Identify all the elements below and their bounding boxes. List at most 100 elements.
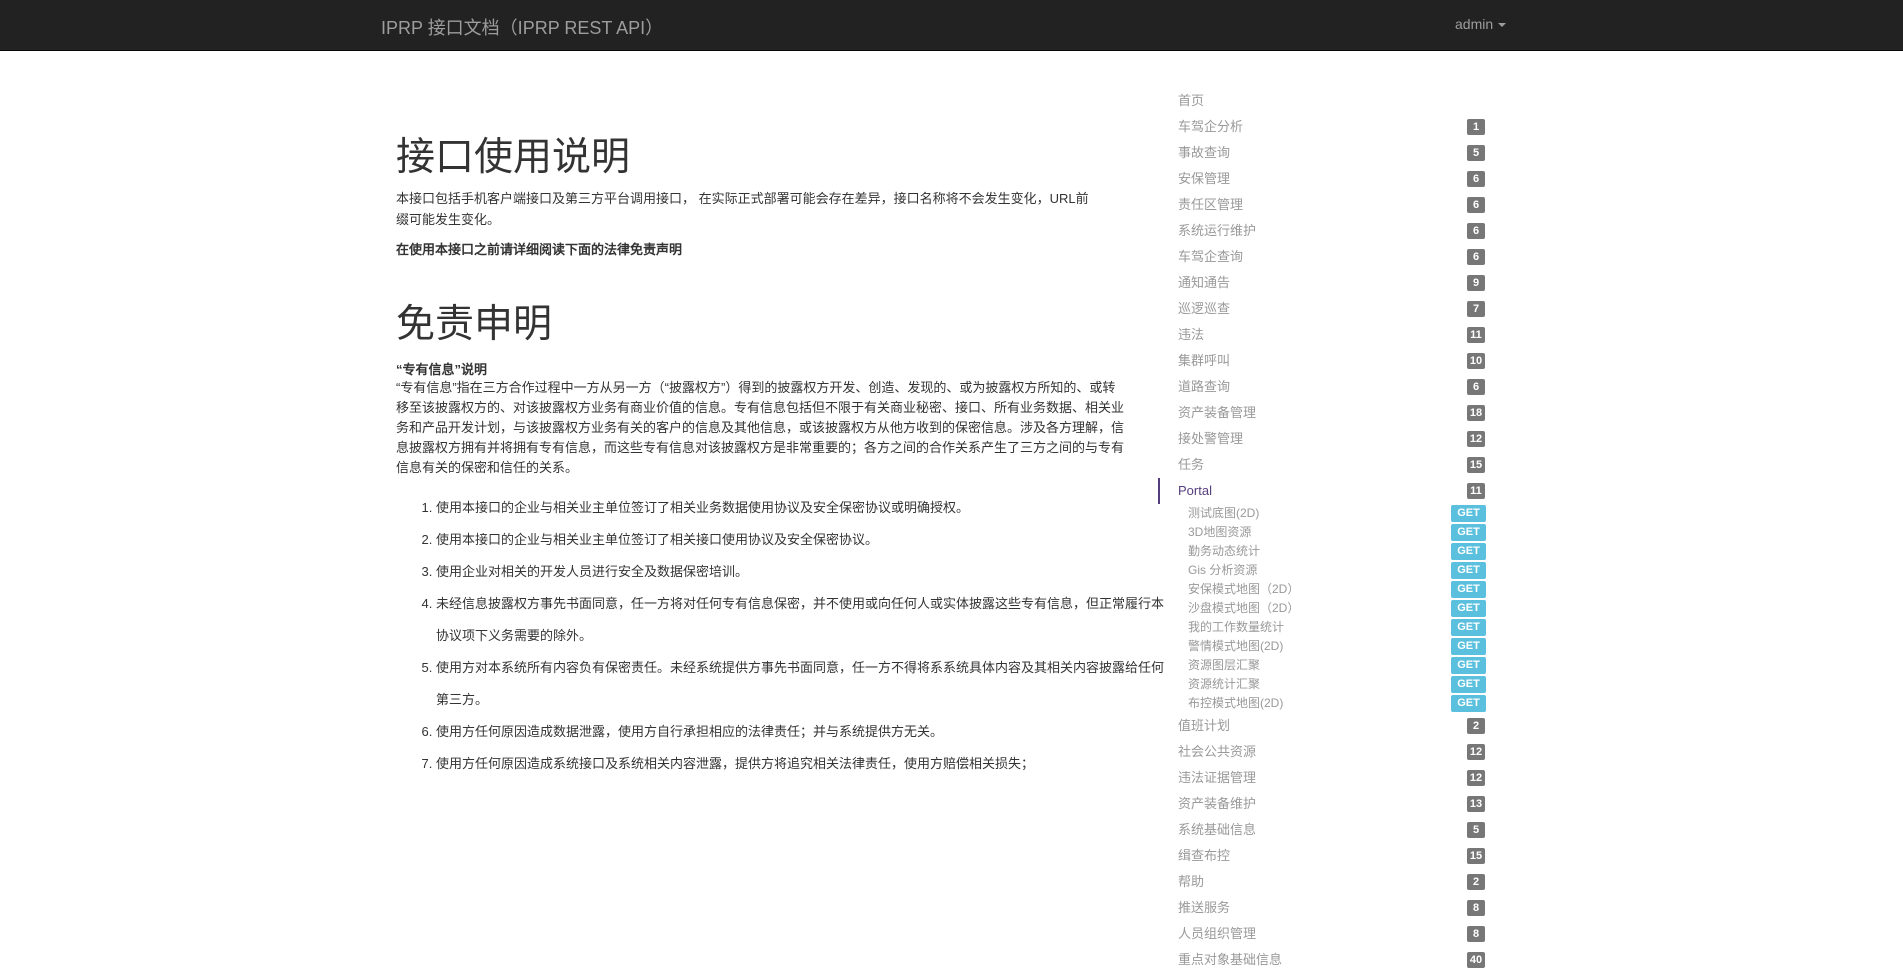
sidebar-item[interactable]: 人员组织管理 8	[1158, 921, 1488, 947]
user-name: admin	[1455, 16, 1494, 32]
sidebar-item-label: 道路查询	[1178, 379, 1231, 394]
api-endpoint-link[interactable]: 警情模式地图(2D) GET	[1158, 637, 1488, 656]
user-menu[interactable]: admin	[1455, 16, 1507, 32]
http-method-badge: GET	[1451, 581, 1486, 598]
http-method-badge: GET	[1451, 657, 1486, 674]
sidebar-item[interactable]: 责任区管理 6	[1158, 192, 1488, 218]
endpoint-label: 3D地图资源	[1188, 525, 1252, 539]
sidebar-item-label: 人员组织管理	[1178, 926, 1257, 941]
endpoint-label: 我的工作数量统计	[1188, 620, 1285, 634]
sidebar-item-label: 车驾企分析	[1178, 119, 1244, 134]
warning-text: 在使用本接口之前请详细阅读下面的法律免责声明	[396, 242, 683, 257]
sidebar-item[interactable]: 任务 15	[1158, 452, 1488, 478]
sidebar-item-label: 推送服务	[1178, 900, 1231, 915]
sidebar-item-label: 接处警管理	[1178, 431, 1244, 446]
count-badge: 18	[1467, 405, 1485, 421]
count-badge: 6	[1467, 223, 1485, 239]
api-endpoint-link[interactable]: 资源统计汇聚 GET	[1158, 675, 1488, 694]
count-badge: 8	[1467, 900, 1485, 916]
caret-down-icon	[1498, 23, 1507, 28]
count-badge: 12	[1467, 744, 1485, 760]
sidebar-item[interactable]: 接处警管理 12	[1158, 426, 1488, 452]
http-method-badge: GET	[1451, 638, 1486, 655]
sidebar-item-label: 资产装备管理	[1178, 405, 1257, 420]
http-method-badge: GET	[1451, 676, 1486, 693]
http-method-badge: GET	[1451, 600, 1486, 617]
sidebar-item-label: 缉查布控	[1178, 848, 1231, 863]
http-method-badge: GET	[1451, 695, 1486, 712]
count-badge: 5	[1467, 822, 1485, 838]
sidebar-item[interactable]: 值班计划 2	[1158, 713, 1488, 739]
sidebar-item[interactable]: 帮助 2	[1158, 869, 1488, 895]
api-endpoint-link[interactable]: Gis 分析资源 GET	[1158, 561, 1488, 580]
sidebar-item[interactable]: 系统运行维护 6	[1158, 218, 1488, 244]
count-badge: 40	[1467, 952, 1485, 968]
api-endpoint-link[interactable]: 安保模式地图（2D） GET	[1158, 580, 1488, 599]
sidebar-item-label: 车驾企查询	[1178, 249, 1244, 264]
count-badge: 8	[1467, 926, 1485, 942]
api-endpoint-link[interactable]: 沙盘模式地图（2D） GET	[1158, 599, 1488, 618]
sidebar-item[interactable]: 车驾企查询 6	[1158, 244, 1488, 270]
count-badge: 2	[1467, 874, 1485, 890]
sidebar-item[interactable]: 违法 11	[1158, 322, 1488, 348]
count-badge: 9	[1467, 275, 1485, 291]
count-badge: 2	[1467, 718, 1485, 734]
count-badge: 12	[1467, 770, 1485, 786]
top-navbar: IPRP 接口文档（IPRP REST API） admin	[0, 0, 1903, 51]
count-badge: 1	[1467, 119, 1485, 135]
sidebar-item[interactable]: 资产装备管理 18	[1158, 400, 1488, 426]
brand-title[interactable]: IPRP 接口文档（IPRP REST API）	[381, 14, 663, 40]
endpoint-label: 测试底图(2D)	[1188, 506, 1260, 520]
sidebar-item[interactable]: 安保管理 6	[1158, 166, 1488, 192]
term-item: 使用企业对相关的开发人员进行安全及数据保密培训。	[436, 556, 1166, 588]
sidebar-item-label: 责任区管理	[1178, 197, 1244, 212]
sidebar-item[interactable]: 集群呼叫 10	[1158, 348, 1488, 374]
sidebar-item-label: 事故查询	[1178, 145, 1231, 160]
endpoint-label: 警情模式地图(2D)	[1188, 639, 1284, 653]
sidebar-item[interactable]: 缉查布控 15	[1158, 843, 1488, 869]
sidebar-item[interactable]: 车驾企分析 1	[1158, 114, 1488, 140]
sidebar-item[interactable]: 巡逻巡查 7	[1158, 296, 1488, 322]
sidebar-item[interactable]: 重点对象基础信息 40	[1158, 947, 1488, 973]
sidebar-item-label: 任务	[1178, 457, 1205, 472]
api-endpoint-link[interactable]: 布控模式地图(2D) GET	[1158, 694, 1488, 713]
sidebar-item[interactable]: 推送服务 8	[1158, 895, 1488, 921]
sidebar-item-label: 系统运行维护	[1178, 223, 1257, 238]
api-endpoint-link[interactable]: 我的工作数量统计 GET	[1158, 618, 1488, 637]
count-badge: 6	[1467, 379, 1485, 395]
sidebar-item[interactable]: 道路查询 6	[1158, 374, 1488, 400]
count-badge: 6	[1467, 171, 1485, 187]
sidebar-item-label: 重点对象基础信息	[1178, 952, 1283, 967]
api-endpoint-link[interactable]: 测试底图(2D) GET	[1158, 504, 1488, 523]
count-badge: 11	[1467, 483, 1485, 499]
count-badge: 15	[1467, 848, 1485, 864]
term-item: 使用本接口的企业与相关业主单位签订了相关接口使用协议及安全保密协议。	[436, 524, 1166, 556]
sidebar-item-portal[interactable]: Portal 11	[1158, 478, 1488, 504]
api-endpoint-link[interactable]: 3D地图资源 GET	[1158, 523, 1488, 542]
sidebar-item-label: 资产装备维护	[1178, 796, 1257, 811]
sidebar-item[interactable]: 资产装备维护 13	[1158, 791, 1488, 817]
api-endpoint-link[interactable]: 勤务动态统计 GET	[1158, 542, 1488, 561]
sidebar-item-label: 系统基础信息	[1178, 822, 1257, 837]
http-method-badge: GET	[1451, 619, 1486, 636]
sidebar-item[interactable]: 社会公共资源 12	[1158, 739, 1488, 765]
sidebar-item[interactable]: 事故查询 5	[1158, 140, 1488, 166]
count-badge: 7	[1467, 301, 1485, 317]
api-endpoint-link[interactable]: 资源图层汇聚 GET	[1158, 656, 1488, 675]
usage-heading: 接口使用说明	[396, 136, 631, 179]
sidebar-item[interactable]: 系统基础信息 5	[1158, 817, 1488, 843]
count-badge: 6	[1467, 197, 1485, 213]
http-method-badge: GET	[1451, 524, 1486, 541]
sidebar-item[interactable]: 通知通告 9	[1158, 270, 1488, 296]
intro-paragraph: 本接口包括手机客户端接口及第三方平台调用接口， 在实际正式部署可能会存在差异，接…	[396, 191, 1089, 227]
sidebar-item-label: 违法证据管理	[1178, 770, 1257, 785]
sidebar-item-label: 通知通告	[1178, 275, 1231, 290]
sidebar-item-label: 安保管理	[1178, 171, 1231, 186]
sidebar-item-label: 值班计划	[1178, 718, 1231, 733]
sidebar-item-home[interactable]: 首页	[1158, 88, 1488, 114]
endpoint-label: 沙盘模式地图（2D）	[1188, 601, 1300, 615]
sidebar-item-label: Portal	[1178, 483, 1212, 498]
term-item: 使用方任何原因造成系统接口及系统相关内容泄露，提供方将追究相关法律责任，使用方赔…	[436, 748, 1166, 780]
sidebar-item-label: 巡逻巡查	[1178, 301, 1231, 316]
sidebar-item[interactable]: 违法证据管理 12	[1158, 765, 1488, 791]
